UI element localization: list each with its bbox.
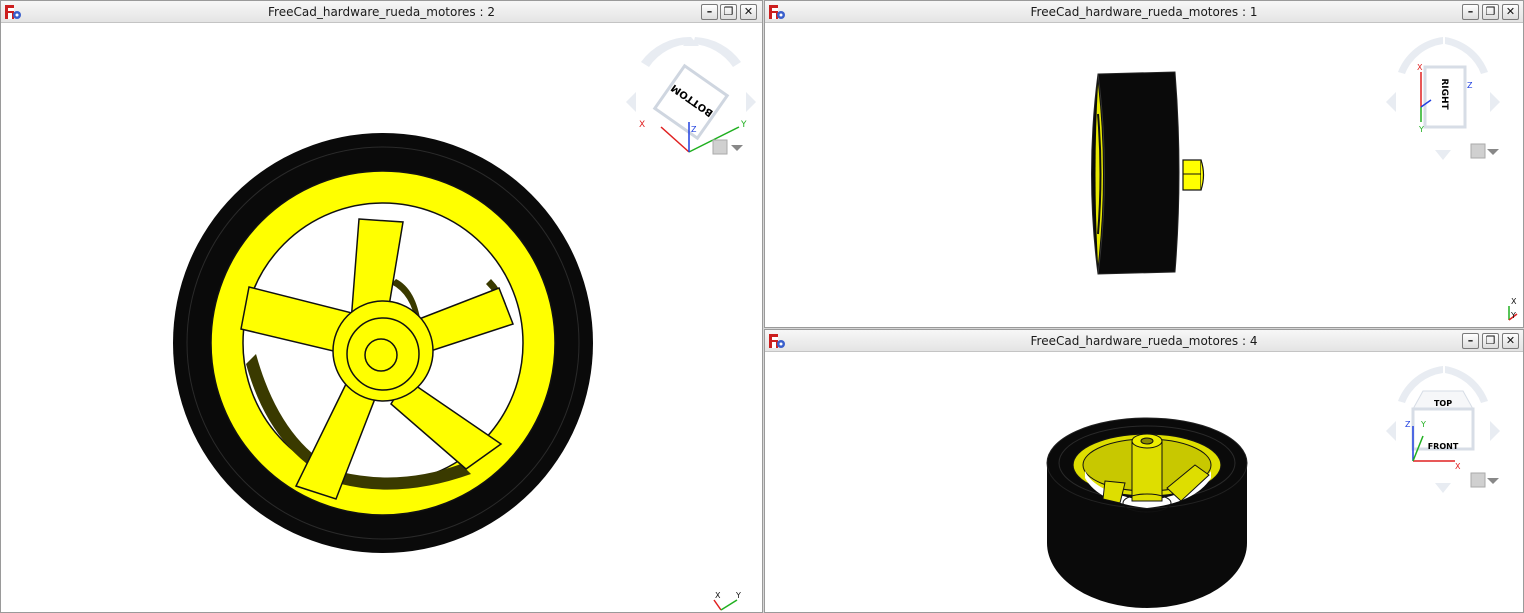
window-title: FreeCad_hardware_rueda_motores : 4 — [1030, 334, 1258, 348]
title-bar[interactable]: FreeCad_hardware_rueda_motores : 2 – ❐ ✕ — [1, 1, 762, 23]
corner-axis-icon: X Y — [713, 591, 741, 611]
svg-text:Y: Y — [735, 591, 741, 600]
window-title: FreeCad_hardware_rueda_motores : 1 — [1030, 5, 1258, 19]
restore-button[interactable]: ❐ — [1482, 4, 1499, 20]
3d-viewport[interactable]: RIGHT X Y Z X Y — [765, 24, 1523, 327]
svg-text:Z: Z — [1467, 81, 1473, 90]
navigation-cube[interactable]: TOP FRONT Z Y X — [1383, 361, 1503, 501]
svg-text:X: X — [1511, 297, 1517, 306]
svg-text:X: X — [715, 591, 721, 600]
svg-text:X: X — [1417, 63, 1423, 72]
close-button[interactable]: ✕ — [1502, 4, 1519, 20]
cube-face-label: RIGHT — [1439, 78, 1449, 110]
svg-text:Y: Y — [1510, 311, 1516, 320]
minimize-button[interactable]: – — [1462, 333, 1479, 349]
title-bar[interactable]: FreeCad_hardware_rueda_motores : 1 – ❐ ✕ — [765, 1, 1523, 23]
navigation-cube[interactable]: BOTTOM X Y Z — [621, 32, 761, 172]
title-bar[interactable]: FreeCad_hardware_rueda_motores : 4 – ❐ ✕ — [765, 330, 1523, 352]
restore-button[interactable]: ❐ — [720, 4, 737, 20]
svg-text:X: X — [639, 120, 645, 130]
cube-face-top-label: TOP — [1434, 399, 1452, 408]
restore-button[interactable]: ❐ — [1482, 333, 1499, 349]
svg-text:X: X — [1455, 462, 1461, 471]
svg-text:Y: Y — [1418, 125, 1424, 134]
svg-text:Y: Y — [740, 120, 747, 130]
navigation-cube[interactable]: RIGHT X Y Z — [1383, 32, 1503, 172]
close-button[interactable]: ✕ — [740, 4, 757, 20]
corner-axis-icon: X Y — [1508, 297, 1518, 321]
minimize-button[interactable]: – — [701, 4, 718, 20]
svg-text:Z: Z — [1405, 420, 1411, 429]
view-window-4[interactable]: FreeCad_hardware_rueda_motores : 4 – ❐ ✕ — [764, 329, 1524, 613]
view-menu-icon[interactable] — [712, 139, 728, 155]
view-window-2[interactable]: FreeCad_hardware_rueda_motores : 2 – ❐ ✕ — [0, 0, 763, 613]
cube-face-front-label: FRONT — [1428, 442, 1459, 451]
svg-text:Y: Y — [1420, 420, 1426, 429]
3d-viewport[interactable]: TOP FRONT Z Y X — [765, 353, 1523, 612]
view-menu-icon[interactable] — [1470, 472, 1486, 488]
window-title: FreeCad_hardware_rueda_motores : 2 — [268, 5, 495, 19]
minimize-button[interactable]: – — [1462, 4, 1479, 20]
3d-viewport[interactable]: BOTTOM X Y Z X Y — [1, 24, 762, 612]
close-button[interactable]: ✕ — [1502, 333, 1519, 349]
svg-text:Z: Z — [691, 125, 697, 134]
view-window-1[interactable]: FreeCad_hardware_rueda_motores : 1 – ❐ ✕… — [764, 0, 1524, 328]
view-menu-icon[interactable] — [1470, 143, 1486, 159]
